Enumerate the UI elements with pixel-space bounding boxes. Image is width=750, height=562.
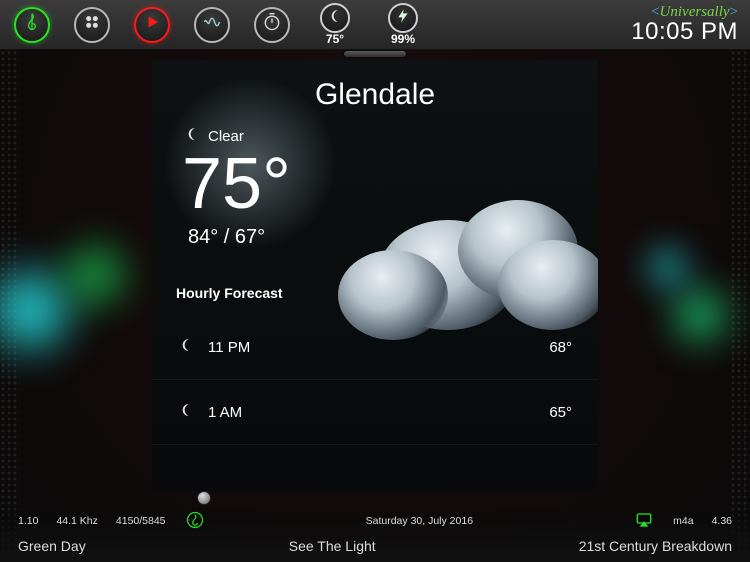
moon-icon [184,126,200,146]
track-album: 21st Century Breakdown [579,538,732,554]
weather-card[interactable]: Glendale Clear 75° 84° / 67° Hourly Fore… [152,60,598,492]
treble-clef-icon [22,12,42,37]
mesh-right-decor [730,50,750,562]
airplay-mini-button[interactable] [633,510,655,532]
play-button[interactable] [134,7,170,43]
bokeh-decor [50,230,140,320]
hour-temp: 68° [549,339,572,356]
track-index: 4150/5845 [116,515,166,527]
waveform-icon [202,12,222,37]
weather-condition-row: Clear [184,126,598,146]
moon-icon [327,8,343,29]
hour-temp: 65° [549,404,572,421]
music-tab-button[interactable] [14,7,50,43]
audio-freq: 44.1 Khz [56,515,97,527]
app-screen: 75° 99% <Universally> 10:05 PM Glendale [0,0,750,562]
bokeh-decor [640,240,695,295]
track-title: See The Light [289,538,376,554]
top-bar: 75° 99% <Universally> 10:05 PM [0,0,750,50]
audio-format: m4a [673,515,693,527]
hourly-forecast-label: Hourly Forecast [176,285,598,301]
bottom-row-meta: 1.10 44.1 Khz 4150/5845 Saturday 30, Jul… [18,506,732,532]
current-date: Saturday 30, July 2016 [366,515,473,527]
track-duration: 4.36 [712,515,732,527]
apps-tab-button[interactable] [74,7,110,43]
clock: 10:05 PM [631,20,738,44]
weather-condition: Clear [208,128,244,145]
timer-tab-button[interactable] [254,7,290,43]
play-icon [144,14,160,35]
timer-icon [262,12,282,37]
bottom-bar: 1.10 44.1 Khz 4150/5845 Saturday 30, Jul… [0,506,750,562]
battery-status[interactable]: 99% [380,3,426,46]
airplay-icon [635,511,653,532]
treble-clef-icon [186,511,204,532]
grid-icon [82,12,102,37]
hourly-row: 11 PM 68° [152,315,598,380]
music-mini-button[interactable] [184,510,206,532]
weather-hilo: 84° / 67° [188,226,598,249]
hour-time: 11 PM [208,339,250,356]
top-drawer-handle[interactable] [343,50,407,58]
hourly-forecast-list[interactable]: 11 PM 68° 1 AM 65° [152,315,598,445]
visualizer-tab-button[interactable] [194,7,230,43]
moon-icon [178,402,194,422]
hourly-row: 1 AM 65° [152,380,598,445]
brand-clock-block: <Universally> 10:05 PM [631,5,742,44]
weather-status[interactable]: 75° [312,3,358,46]
bottom-row-track: Green Day See The Light 21st Century Bre… [18,532,732,554]
track-artist: Green Day [18,538,86,554]
moon-icon [178,337,194,357]
lightning-icon [395,8,411,29]
weather-temp: 75° [182,148,598,220]
bokeh-decor [660,275,740,355]
header-battery: 99% [391,32,415,46]
header-temp: 75° [326,32,344,46]
scroll-indicator[interactable] [197,491,211,505]
mesh-left-decor [0,50,20,562]
hour-time: 1 AM [208,404,242,421]
weather-location: Glendale [152,60,598,112]
elapsed-time: 1.10 [18,515,38,527]
